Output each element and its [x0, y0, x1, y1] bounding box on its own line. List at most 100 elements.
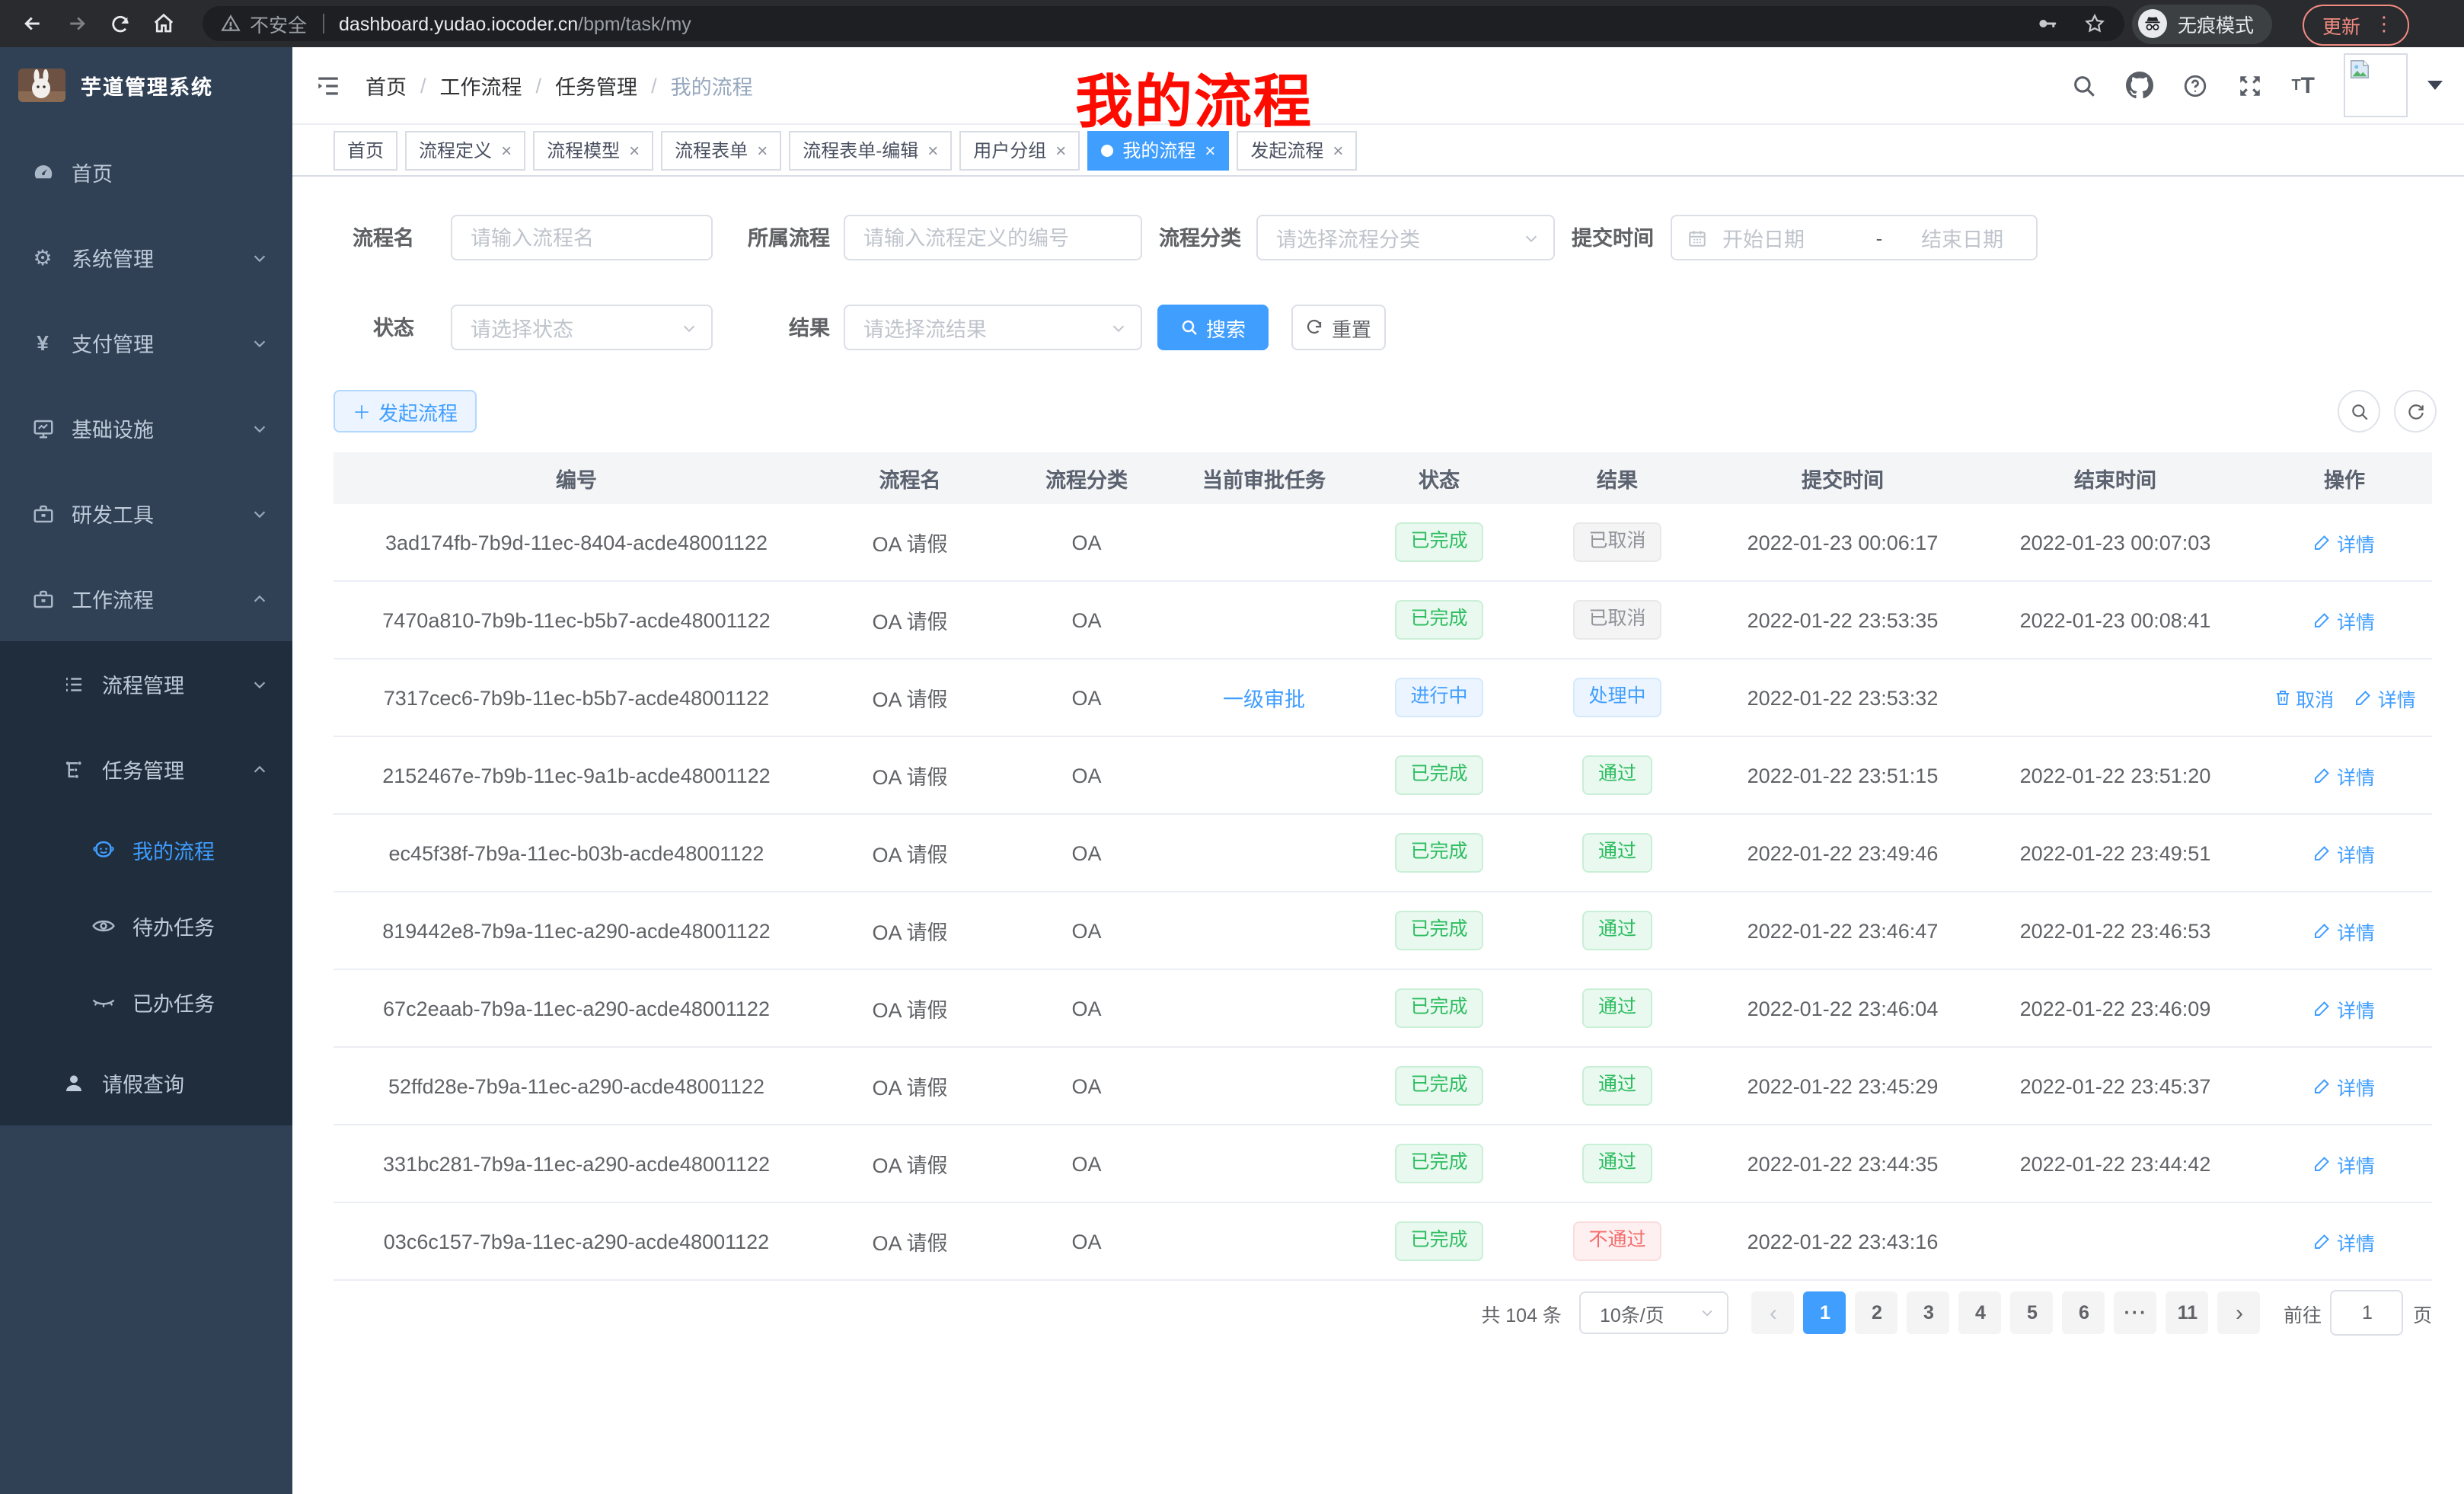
tab-user-group[interactable]: 用户分组 ×	[959, 130, 1080, 170]
browser-toolbar: 不安全 dashboard.yudao.iocoder.cn/bpm/task/…	[0, 0, 2464, 47]
process-id: 3ad174fb-7b9d-11ec-8404-acde48001122	[334, 504, 819, 581]
hamburger-icon[interactable]	[315, 72, 341, 98]
page-button-11[interactable]: 11	[2166, 1291, 2209, 1334]
table-header-row: 编号 流程名 流程分类 当前审批任务 状态 结果 提交时间 结束时间 操作	[334, 452, 2432, 504]
close-icon[interactable]: ×	[757, 132, 768, 168]
detail-link[interactable]: 详情	[2314, 1227, 2375, 1256]
status-select[interactable]: 请选择状态	[451, 305, 713, 350]
status-badge: 已完成	[1395, 1221, 1483, 1261]
process-name-input[interactable]	[451, 215, 713, 260]
current-task-link[interactable]: 一级审批	[1223, 682, 1305, 713]
detail-link[interactable]: 详情	[2314, 838, 2375, 867]
more-pages-icon[interactable]: ···	[2115, 1291, 2157, 1334]
close-icon[interactable]: ×	[501, 132, 512, 168]
home-icon[interactable]	[152, 12, 175, 35]
sidebar-item-system[interactable]: ⚙ 系统管理	[0, 215, 292, 300]
page-button-4[interactable]: 4	[1959, 1291, 2002, 1334]
tab-process-definition[interactable]: 流程定义 ×	[405, 130, 525, 170]
list-icon	[61, 672, 85, 695]
sidebar-item-my-process[interactable]: 我的流程	[0, 812, 292, 888]
search-button[interactable]: 搜索	[1157, 305, 1269, 350]
bookmark-star-icon[interactable]	[2083, 12, 2106, 35]
goto-page-input[interactable]	[2331, 1290, 2404, 1336]
update-label: 更新	[2322, 10, 2360, 39]
breadcrumb-item[interactable]: 工作流程	[440, 70, 522, 101]
submit-time-range-picker[interactable]: 开始日期 - 结束日期	[1671, 215, 2038, 260]
sidebar-item-payment[interactable]: ¥ 支付管理	[0, 300, 292, 385]
submit-time: 2022-01-22 23:43:16	[1712, 1202, 1974, 1280]
forward-icon[interactable]	[65, 12, 88, 35]
reset-button[interactable]: 重置	[1291, 305, 1386, 350]
tab-process-model[interactable]: 流程模型 ×	[533, 130, 653, 170]
sidebar-item-leave-query[interactable]: 请假查询	[0, 1040, 292, 1125]
detail-link[interactable]: 详情	[2355, 683, 2416, 712]
process-name-input-field[interactable]	[452, 226, 711, 249]
next-page-button[interactable]: ›	[2218, 1291, 2261, 1334]
help-icon[interactable]	[2182, 72, 2207, 98]
table-search-toggle-button[interactable]	[2338, 390, 2380, 433]
parent-process-input-field[interactable]	[845, 226, 1141, 249]
tab-process-form[interactable]: 流程表单 ×	[661, 130, 781, 170]
close-icon[interactable]: ×	[1055, 132, 1066, 168]
avatar[interactable]	[2344, 53, 2408, 117]
tab-label: 流程表单-编辑	[803, 132, 918, 168]
app-title: 芋道管理系统	[81, 70, 213, 101]
page-button-1[interactable]: 1	[1804, 1291, 1846, 1334]
prev-page-button[interactable]: ‹	[1752, 1291, 1795, 1334]
fullscreen-icon[interactable]	[2236, 72, 2262, 98]
result-badge: 通过	[1583, 833, 1652, 873]
detail-link[interactable]: 详情	[2314, 528, 2375, 557]
font-size-icon[interactable]: TT	[2291, 72, 2315, 98]
category-select[interactable]: 请选择流程分类	[1256, 215, 1555, 260]
github-icon[interactable]	[2125, 72, 2153, 99]
divider	[322, 14, 324, 34]
close-icon[interactable]: ×	[629, 132, 640, 168]
close-icon[interactable]: ×	[927, 132, 938, 168]
start-date-placeholder[interactable]: 开始日期	[1722, 222, 1870, 253]
back-icon[interactable]	[21, 12, 44, 35]
end-time: 2022-01-22 23:44:42	[1974, 1125, 2257, 1202]
end-date-placeholder[interactable]: 结束日期	[1888, 222, 2036, 253]
detail-link[interactable]: 详情	[2314, 761, 2375, 790]
breadcrumb-item[interactable]: 首页	[365, 70, 407, 101]
detail-link[interactable]: 详情	[2314, 916, 2375, 945]
process-category: OA	[1001, 736, 1173, 814]
breadcrumb-separator: /	[651, 74, 657, 97]
update-button[interactable]: 更新 ⋮	[2303, 4, 2409, 45]
page-button-2[interactable]: 2	[1856, 1291, 1898, 1334]
page-button-3[interactable]: 3	[1907, 1291, 1950, 1334]
detail-link[interactable]: 详情	[2314, 1149, 2375, 1178]
sidebar-item-dev-tools[interactable]: 研发工具	[0, 471, 292, 556]
tab-home[interactable]: 首页	[334, 130, 397, 170]
sidebar-item-task-management[interactable]: 任务管理	[0, 726, 292, 812]
page-size-select[interactable]: 10条/页	[1580, 1291, 1729, 1334]
detail-link[interactable]: 详情	[2314, 605, 2375, 634]
sidebar-item-infrastructure[interactable]: 基础设施	[0, 385, 292, 471]
app-logo[interactable]: 芋道管理系统	[0, 47, 292, 123]
sidebar-item-todo-tasks[interactable]: 待办任务	[0, 888, 292, 964]
key-icon[interactable]	[2036, 12, 2059, 35]
sidebar-item-done-tasks[interactable]: 已办任务	[0, 964, 292, 1040]
menu-dots-icon[interactable]: ⋮	[2374, 12, 2394, 37]
sidebar-item-process-management[interactable]: 流程管理	[0, 641, 292, 726]
address-bar[interactable]: 不安全 dashboard.yudao.iocoder.cn/bpm/task/…	[203, 6, 2124, 41]
start-process-button-label: 发起流程	[378, 397, 458, 426]
result-select[interactable]: 请选择流结果	[844, 305, 1142, 350]
page-button-5[interactable]: 5	[2011, 1291, 2054, 1334]
breadcrumb-item[interactable]: 任务管理	[555, 70, 637, 101]
parent-process-input[interactable]	[844, 215, 1142, 260]
detail-link[interactable]: 详情	[2314, 1071, 2375, 1100]
sidebar-item-home[interactable]: 首页	[0, 129, 292, 215]
tab-process-form-edit[interactable]: 流程表单-编辑 ×	[789, 130, 952, 170]
refresh-button[interactable]	[2394, 390, 2437, 433]
chevron-down-icon	[1700, 1305, 1716, 1320]
detail-link[interactable]: 详情	[2314, 994, 2375, 1023]
close-icon[interactable]: ×	[1333, 132, 1343, 168]
avatar-caret-icon[interactable]	[2427, 81, 2443, 90]
reload-icon[interactable]	[110, 13, 131, 34]
page-button-6[interactable]: 6	[2063, 1291, 2105, 1334]
sidebar-item-workflow[interactable]: 工作流程	[0, 556, 292, 641]
search-icon[interactable]	[2070, 72, 2096, 98]
cancel-link[interactable]: 取消	[2273, 683, 2334, 712]
start-process-button[interactable]: ＋ 发起流程	[334, 390, 477, 433]
